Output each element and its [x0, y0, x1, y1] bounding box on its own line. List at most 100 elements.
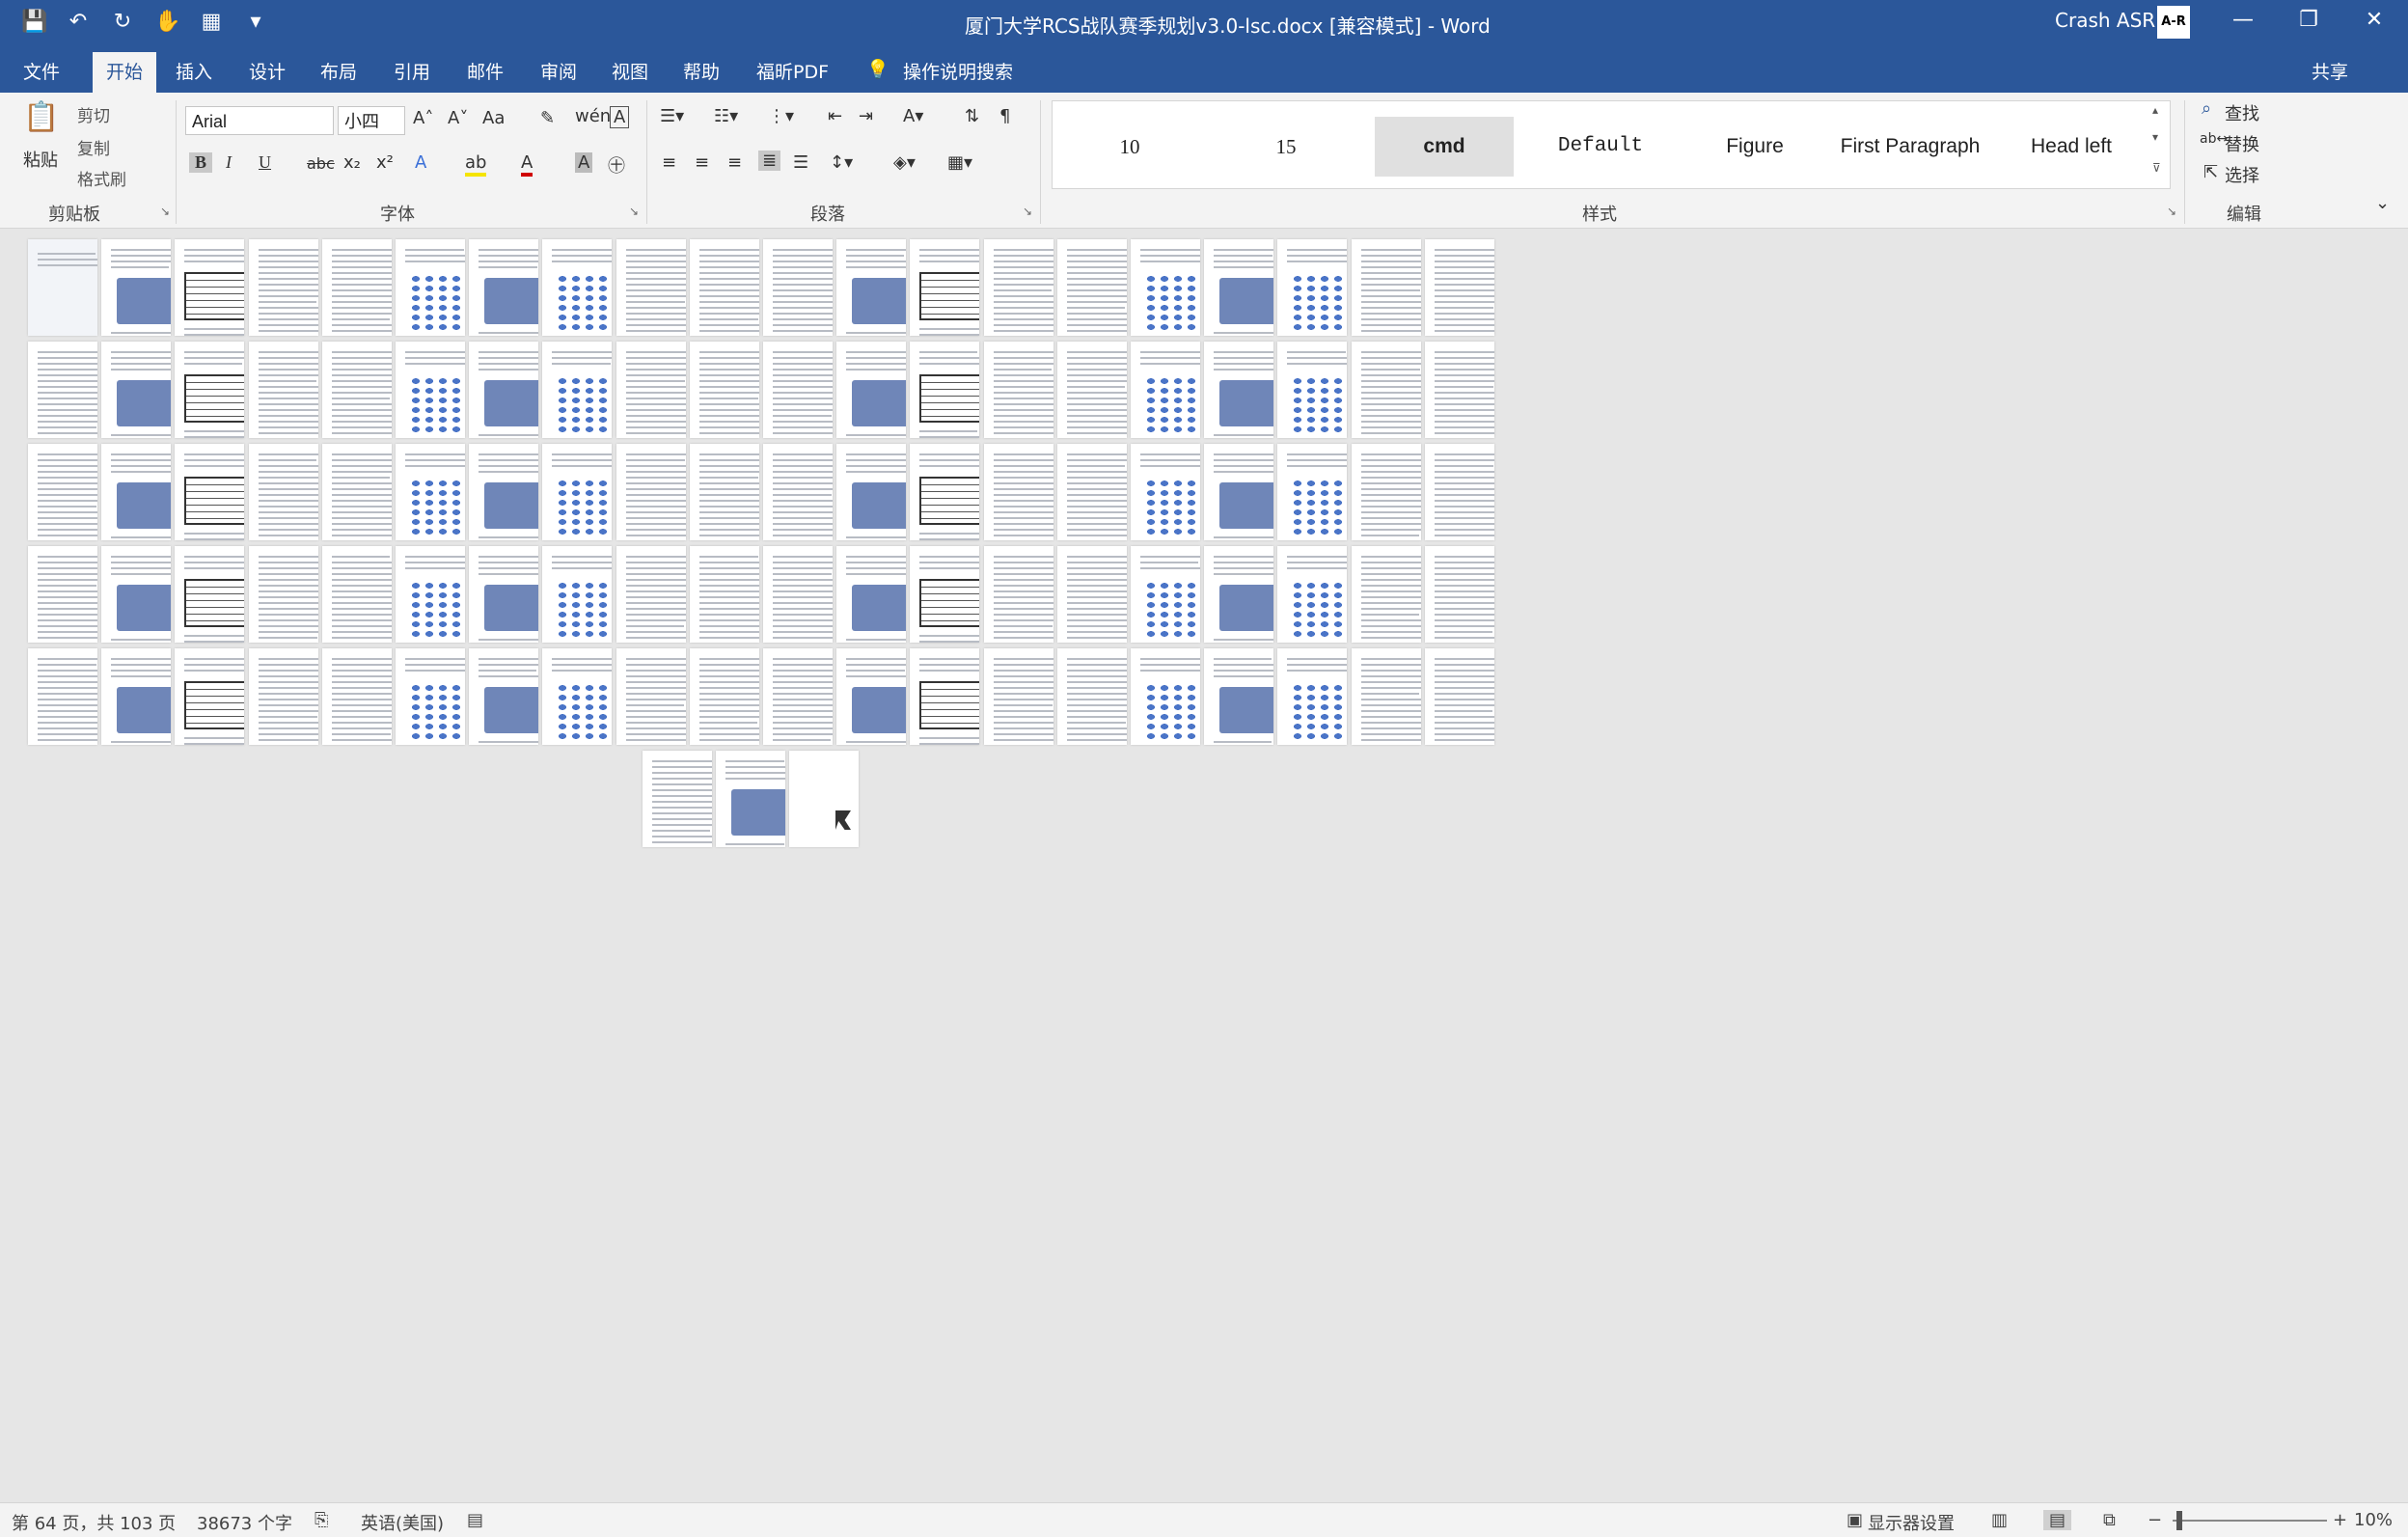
- page-thumbnail[interactable]: [101, 239, 171, 336]
- style-default[interactable]: Default: [1521, 117, 1680, 177]
- zoom-slider[interactable]: [2173, 1520, 2327, 1522]
- avatar[interactable]: A-R: [2157, 6, 2190, 39]
- line-spacing-icon[interactable]: ↕▾: [830, 152, 853, 173]
- page-thumbnail[interactable]: [322, 342, 392, 438]
- page-thumbnail[interactable]: [643, 751, 712, 847]
- strikethrough-button[interactable]: abc: [307, 154, 335, 173]
- page-thumbnail[interactable]: [249, 444, 318, 540]
- page-thumbnail[interactable]: [249, 239, 318, 336]
- page-thumbnail[interactable]: [1425, 239, 1494, 336]
- page-thumbnail[interactable]: [28, 342, 97, 438]
- page-thumbnail[interactable]: [836, 546, 906, 643]
- page-thumbnail[interactable]: [1057, 342, 1127, 438]
- zoom-slider-thumb[interactable]: [2176, 1511, 2182, 1530]
- page-thumbnail[interactable]: [836, 648, 906, 745]
- page-thumbnail[interactable]: [101, 342, 171, 438]
- clear-format-icon[interactable]: ✎: [540, 108, 555, 128]
- page-thumbnail[interactable]: [249, 648, 318, 745]
- tab-mailings[interactable]: 邮件: [467, 58, 504, 84]
- page-thumbnail[interactable]: [1057, 444, 1127, 540]
- page-thumbnail[interactable]: [763, 444, 833, 540]
- macro-record-icon[interactable]: ▤: [467, 1510, 483, 1530]
- page-indicator[interactable]: 第 64 页，共 103 页: [12, 1510, 176, 1535]
- page-thumbnail[interactable]: [836, 239, 906, 336]
- maximize-button[interactable]: ❐: [2294, 8, 2323, 32]
- page-thumbnail[interactable]: [690, 342, 759, 438]
- minimize-button[interactable]: —: [2229, 8, 2258, 32]
- clipboard-launcher-icon[interactable]: ↘: [160, 205, 170, 218]
- text-effects-icon[interactable]: A: [415, 152, 426, 173]
- page-thumbnail[interactable]: [322, 239, 392, 336]
- page-thumbnail[interactable]: [984, 444, 1054, 540]
- change-case-icon[interactable]: Aa: [482, 108, 505, 128]
- decrease-indent-icon[interactable]: ⇤: [828, 106, 842, 126]
- page-thumbnail[interactable]: [396, 239, 465, 336]
- page-thumbnail[interactable]: [789, 751, 859, 847]
- multilevel-list-icon[interactable]: ⋮▾: [768, 106, 794, 126]
- page-thumbnail[interactable]: [910, 342, 979, 438]
- page-thumbnail[interactable]: [396, 648, 465, 745]
- document-canvas[interactable]: [0, 229, 2408, 1502]
- phonetic-guide-icon[interactable]: wén: [575, 106, 611, 126]
- page-thumbnail[interactable]: [175, 342, 244, 438]
- page-thumbnail[interactable]: [690, 546, 759, 643]
- page-thumbnail[interactable]: [1057, 239, 1127, 336]
- page-thumbnail[interactable]: [396, 342, 465, 438]
- superscript-icon[interactable]: x²: [376, 152, 394, 173]
- shading-icon[interactable]: ◈▾: [893, 152, 916, 173]
- page-thumbnail[interactable]: [101, 444, 171, 540]
- page-thumbnail[interactable]: [1131, 444, 1200, 540]
- page-thumbnail[interactable]: [984, 546, 1054, 643]
- page-thumbnail[interactable]: [1131, 546, 1200, 643]
- find-button[interactable]: 查找: [2225, 100, 2259, 125]
- chinese-layout-icon[interactable]: A▾: [903, 106, 923, 126]
- display-settings-button[interactable]: 显示器设置: [1868, 1510, 1955, 1535]
- page-thumbnail[interactable]: [101, 546, 171, 643]
- tab-view[interactable]: 视图: [612, 58, 648, 84]
- page-thumbnail[interactable]: [249, 546, 318, 643]
- style-cmd[interactable]: cmd: [1375, 117, 1514, 177]
- page-thumbnail[interactable]: [716, 751, 785, 847]
- touch-mode-icon[interactable]: ✋: [154, 10, 180, 34]
- borders-icon[interactable]: ▦▾: [947, 152, 972, 173]
- redo-icon[interactable]: ↻: [110, 10, 135, 34]
- distributed-icon[interactable]: ☰: [793, 152, 808, 173]
- page-thumbnail[interactable]: [322, 546, 392, 643]
- align-right-icon[interactable]: ≡: [727, 152, 742, 173]
- page-thumbnail[interactable]: [984, 648, 1054, 745]
- share-button[interactable]: 共享: [2312, 58, 2348, 84]
- page-thumbnail[interactable]: [175, 546, 244, 643]
- page-thumbnail[interactable]: [763, 546, 833, 643]
- bullets-icon[interactable]: ☰▾: [660, 106, 684, 126]
- page-thumbnail[interactable]: [1277, 648, 1347, 745]
- page-thumbnail[interactable]: [469, 648, 538, 745]
- save-icon[interactable]: 💾: [21, 10, 47, 34]
- char-border-icon[interactable]: A: [610, 106, 630, 128]
- page-thumbnail[interactable]: [1277, 444, 1347, 540]
- page-thumbnail[interactable]: [1277, 342, 1347, 438]
- align-center-icon[interactable]: ≡: [695, 152, 709, 173]
- customize-qat-icon[interactable]: ▾: [243, 10, 268, 34]
- subscript-icon[interactable]: x₂: [343, 152, 361, 173]
- page-thumbnail[interactable]: [28, 239, 97, 336]
- zoom-in-icon[interactable]: +: [2333, 1510, 2347, 1530]
- page-thumbnail[interactable]: [763, 239, 833, 336]
- tab-file[interactable]: 文件: [23, 58, 60, 84]
- page-thumbnail[interactable]: [1204, 342, 1273, 438]
- page-thumbnail[interactable]: [690, 648, 759, 745]
- page-thumbnail[interactable]: [469, 444, 538, 540]
- tab-foxit-pdf[interactable]: 福昕PDF: [756, 58, 829, 84]
- page-thumbnail[interactable]: [1131, 342, 1200, 438]
- web-layout-icon[interactable]: ⧉: [2103, 1510, 2116, 1530]
- enclose-char-icon[interactable]: ㊉: [608, 152, 625, 178]
- page-thumbnail[interactable]: [322, 444, 392, 540]
- page-thumbnail[interactable]: [836, 444, 906, 540]
- page-thumbnail[interactable]: [1277, 239, 1347, 336]
- page-thumbnail[interactable]: [910, 648, 979, 745]
- page-thumbnail[interactable]: [1277, 546, 1347, 643]
- gallery-scroll-down-icon[interactable]: ▾: [2152, 130, 2158, 144]
- page-thumbnail[interactable]: [616, 239, 686, 336]
- style-head-left[interactable]: Head left: [1994, 117, 2148, 177]
- tab-references[interactable]: 引用: [394, 58, 430, 84]
- page-thumbnail[interactable]: [542, 239, 612, 336]
